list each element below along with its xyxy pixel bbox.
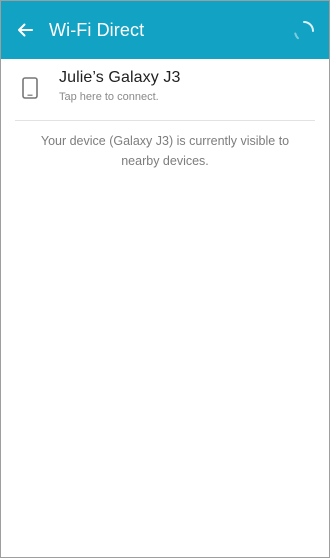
phone-device-icon	[22, 77, 38, 99]
back-button[interactable]	[13, 18, 37, 42]
divider	[15, 120, 315, 121]
visibility-note: Your device (Galaxy J3) is currently vis…	[40, 134, 290, 168]
arrow-left-icon	[18, 23, 33, 37]
app-bar: Wi-Fi Direct	[1, 1, 329, 59]
device-name: Julie’s Galaxy J3	[59, 69, 181, 86]
device-connect-hint: Tap here to connect.	[59, 91, 159, 103]
device-text: Julie’s Galaxy J3 Tap here to connect.	[59, 68, 180, 104]
device-list-item[interactable]: Julie’s Galaxy J3 Tap here to connect.	[1, 59, 329, 118]
page-title: Wi-Fi Direct	[49, 19, 145, 40]
loading-spinner-icon	[294, 21, 314, 40]
wifi-direct-screen: Wi-Fi Direct Julie’s Galaxy J3 Tap here …	[0, 0, 330, 558]
